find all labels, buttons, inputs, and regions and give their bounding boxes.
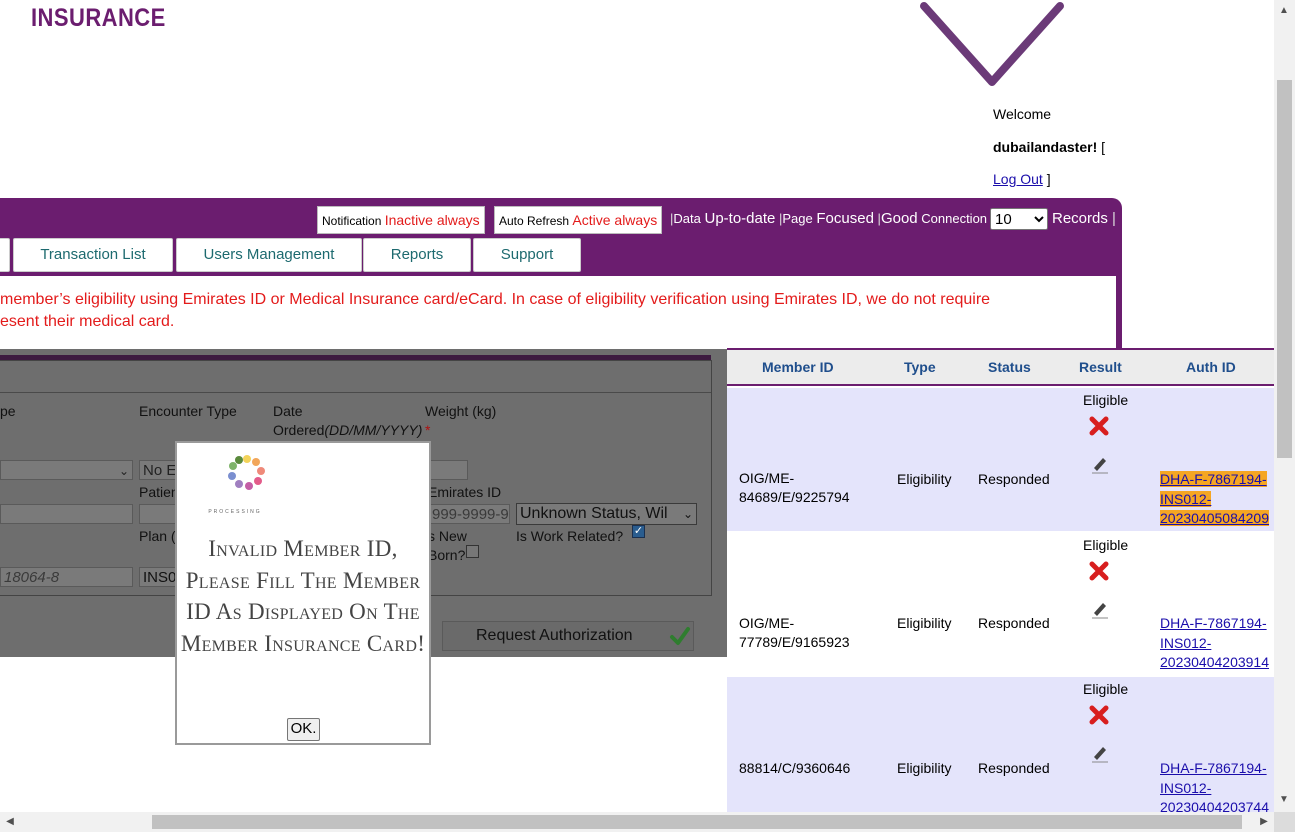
table-row: OIG/ME- 84689/E/9225794 Eligibility Respo… <box>727 388 1275 531</box>
logout-line: Log Out ] <box>993 171 1051 187</box>
error-message: Invalid Member ID, Please Fill The Membe… <box>180 536 426 656</box>
notification-status[interactable]: Notification Inactive always <box>317 206 485 234</box>
tab-users-management[interactable]: Users Management <box>176 238 362 272</box>
horizontal-scroll-thumb[interactable] <box>152 815 1242 829</box>
type-select[interactable]: ⌄ <box>0 460 133 480</box>
type-cell: Eligibility <box>897 760 952 776</box>
tab-transaction-list[interactable]: Transaction List <box>13 238 173 272</box>
weight-input[interactable] <box>428 460 468 480</box>
page-label: Page <box>782 211 813 226</box>
member-id-cell: OIG/ME- 77789/E/9165923 <box>739 615 850 650</box>
header-status: Status <box>988 359 1031 375</box>
status-cell: Responded <box>978 615 1050 631</box>
eligibility-notice: member’s eligibility using Emirates ID o… <box>0 289 1110 333</box>
records-select[interactable]: 10 <box>990 208 1048 230</box>
weight-label: Weight (kg) * <box>425 403 497 438</box>
request-authorization-button[interactable]: Request Authorization <box>442 621 694 651</box>
header-result: Result <box>1079 359 1122 375</box>
type-label: pe <box>0 403 16 419</box>
scroll-up-icon[interactable]: ▲ <box>1277 4 1291 18</box>
field-input-1[interactable] <box>0 504 133 524</box>
edit-icon[interactable] <box>1090 599 1110 619</box>
auto-refresh-status[interactable]: Auto Refresh Active always <box>494 206 663 234</box>
checkmark-icon <box>670 627 690 645</box>
patient-label: Patien <box>139 484 179 500</box>
scroll-right-icon[interactable]: ▶ <box>1257 815 1271 829</box>
result-cell: Eligible <box>1083 392 1129 408</box>
is-work-related-checkbox[interactable]: ✓ <box>632 525 645 538</box>
encounter-type-select[interactable]: No E <box>139 460 179 480</box>
scrollbar-corner <box>1274 812 1295 832</box>
close-icon[interactable] <box>1088 415 1110 437</box>
logout-link[interactable]: Log Out <box>993 171 1043 187</box>
error-dialog: PROCESSING Invalid Member ID, Please Fil… <box>175 441 431 745</box>
processing-spinner-icon <box>228 455 265 490</box>
username: dubailandaster! <box>993 139 1098 155</box>
header-member-id: Member ID <box>762 359 834 375</box>
ins-input[interactable]: INS0 <box>139 567 179 587</box>
bracket-close: ] <box>1042 171 1051 187</box>
type-cell: Eligibility <box>897 615 952 631</box>
result-cell: Eligible <box>1083 537 1129 553</box>
close-icon[interactable] <box>1088 560 1110 582</box>
table-header: Member ID Type Status Result Auth ID <box>727 348 1275 386</box>
status-text: |Data Up-to-date |Page Focused |Good Con… <box>670 210 988 227</box>
edit-icon[interactable] <box>1090 454 1110 474</box>
data-label: Data <box>673 211 701 226</box>
header-auth-id: Auth ID <box>1186 359 1236 375</box>
notice-line-1: member’s eligibility using Emirates ID o… <box>0 291 991 308</box>
tab-hidden[interactable] <box>0 238 10 272</box>
edit-icon[interactable] <box>1090 743 1110 763</box>
chevron-down-icon[interactable] <box>918 0 1068 92</box>
form-divider <box>0 392 711 393</box>
auth-id-link[interactable]: DHA-F-7867194- INS012- 20230404203914 <box>1160 614 1269 673</box>
table-row: 88814/C/9360646 Eligibility Responded El… <box>727 677 1275 813</box>
close-icon[interactable] <box>1088 704 1110 726</box>
member-id-cell: 88814/C/9360646 <box>739 760 851 776</box>
ok-button[interactable]: OK. <box>287 718 320 741</box>
brand-logo: INSURANCE <box>31 4 166 32</box>
header-type: Type <box>904 359 936 375</box>
is-new-born-checkbox[interactable] <box>466 545 479 558</box>
member-id-cell: OIG/ME- 84689/E/9225794 <box>739 470 850 505</box>
auto-refresh-value: Active always <box>572 212 658 228</box>
scroll-left-icon[interactable]: ◀ <box>3 815 17 829</box>
bracket-open: [ <box>1097 139 1106 155</box>
status-cell: Responded <box>978 471 1050 487</box>
notification-value: Inactive always <box>384 212 480 228</box>
page-value: Focused <box>816 210 874 227</box>
emirates-id-label: Emirates ID <box>428 484 502 500</box>
tab-reports[interactable]: Reports <box>363 238 471 272</box>
result-cell: Eligible <box>1083 681 1129 697</box>
encounter-type-label: Encounter Type <box>139 403 237 419</box>
table-row: OIG/ME- 77789/E/9165923 Eligibility Respo… <box>727 533 1275 676</box>
type-cell: Eligibility <box>897 471 952 487</box>
status-cell: Responded <box>978 760 1050 776</box>
date-ordered-label: Date Ordered(DD/MM/YYYY) <box>273 403 423 438</box>
tab-support[interactable]: Support <box>473 238 581 272</box>
notice-line-2: esent their medical card. <box>0 313 175 330</box>
connection-label: Connection <box>921 211 988 226</box>
auth-id-link[interactable]: DHA-F-7867194- INS012- 20230404203744 <box>1160 759 1269 813</box>
status-select[interactable]: Unknown Status, Wil ⌄ <box>516 503 697 525</box>
content-border <box>1116 276 1122 350</box>
welcome-user: dubailandaster! [ <box>993 139 1105 155</box>
connection-value: Good <box>880 210 918 227</box>
notification-label: Notification <box>322 214 382 228</box>
auth-id-link[interactable]: DHA-F-7867194- INS012- 20230405084209 <box>1160 470 1270 529</box>
patient-input[interactable] <box>139 504 179 524</box>
vertical-scroll-thumb[interactable] <box>1277 80 1292 458</box>
processing-label: PROCESSING <box>208 509 262 515</box>
results-table: Member ID Type Status Result Auth ID OIG… <box>727 348 1275 813</box>
is-new-born-label: s New Born? <box>428 528 467 563</box>
plan-label: Plan ( <box>139 528 176 544</box>
auto-refresh-label: Auto Refresh <box>499 214 570 228</box>
welcome-label: Welcome <box>993 106 1052 122</box>
member-id-input[interactable]: 18064-8 <box>0 567 133 587</box>
records-label: Records | <box>1052 210 1116 227</box>
data-value: Up-to-date <box>704 210 776 227</box>
scroll-down-icon[interactable]: ▼ <box>1277 793 1291 807</box>
is-work-related-label: Is Work Related? <box>516 528 624 544</box>
emirates-id-input[interactable]: 999-9999-9 <box>428 504 510 524</box>
